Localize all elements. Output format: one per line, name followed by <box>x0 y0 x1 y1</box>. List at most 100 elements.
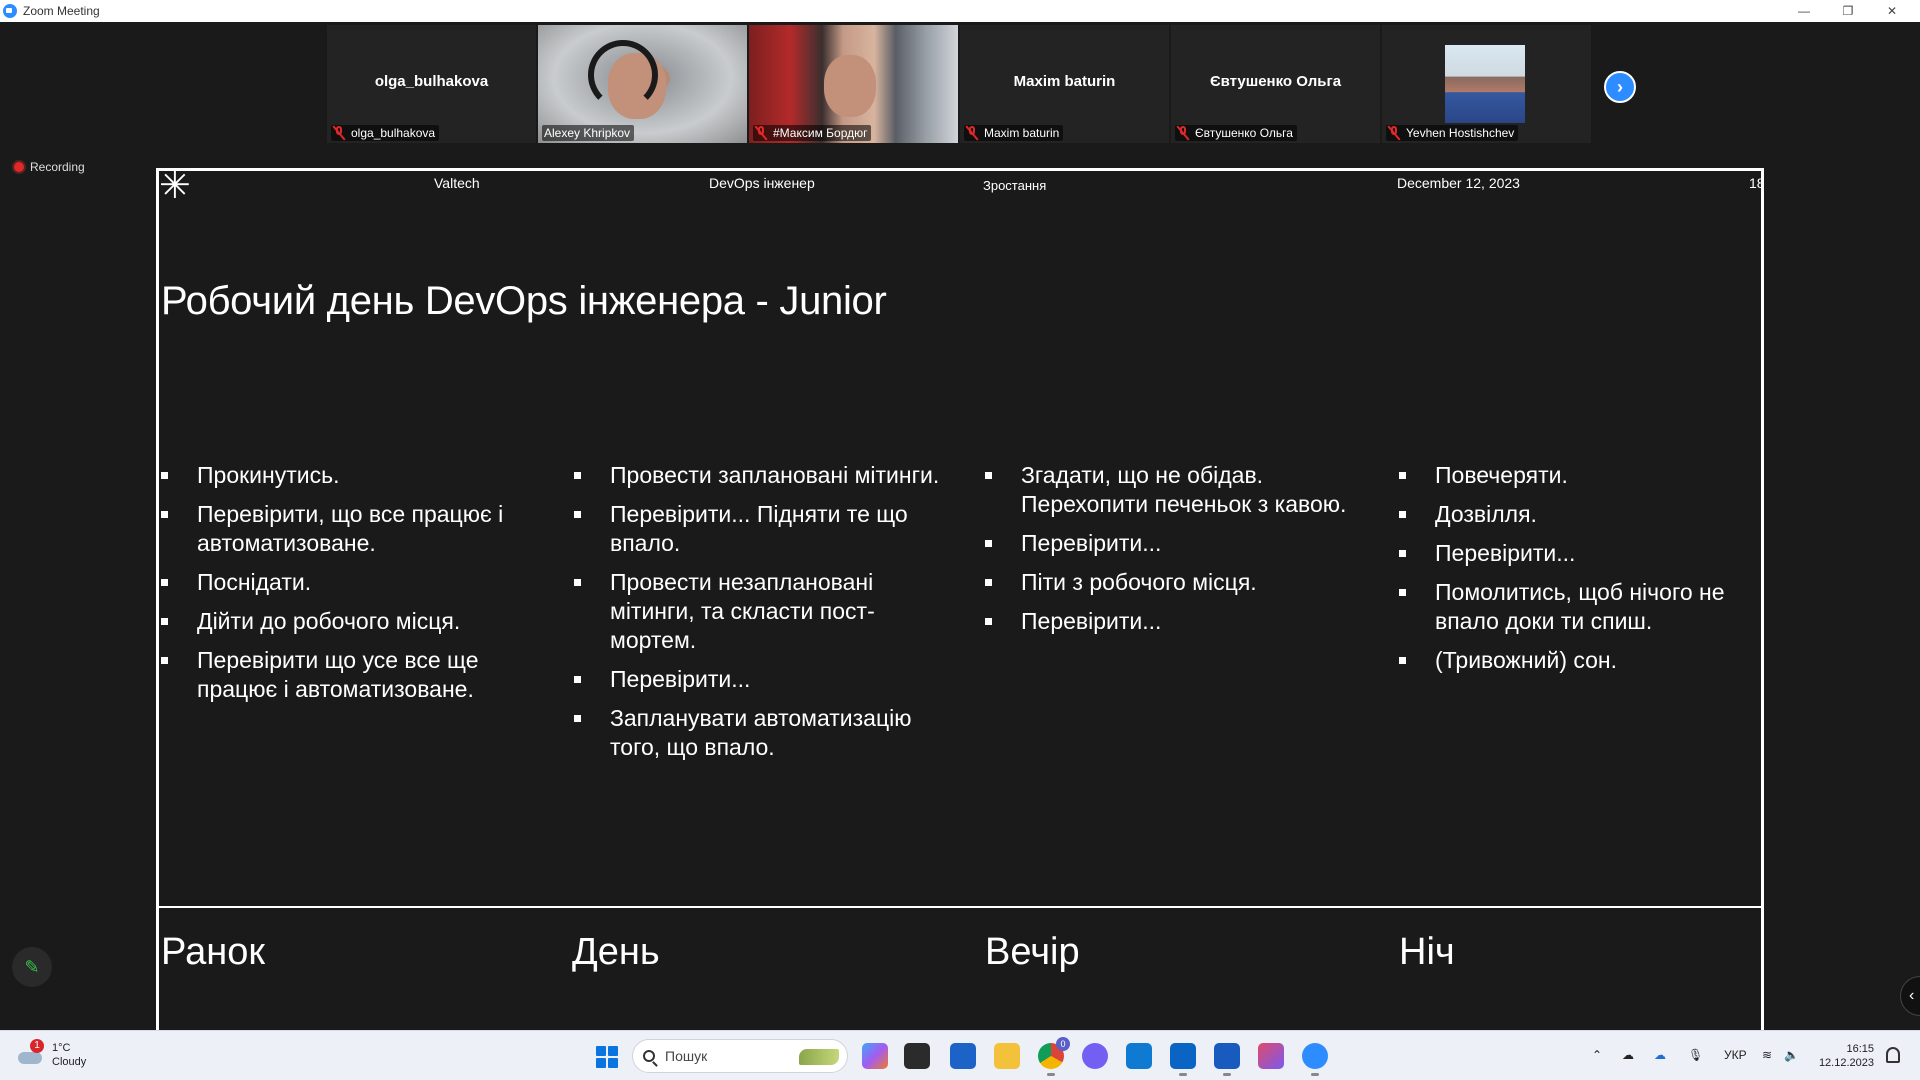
outlook-icon[interactable] <box>1170 1043 1196 1076</box>
weather-text: 1°C Cloudy <box>52 1041 86 1069</box>
period-label-night: Ніч <box>1399 931 1455 973</box>
mic-muted-icon <box>754 125 768 141</box>
side-panel-toggle-button[interactable]: ‹ <box>1900 976 1920 1016</box>
chevron-left-icon: ‹ <box>1909 987 1915 1004</box>
mic-muted-icon <box>332 125 346 141</box>
list-item: Поснідати. <box>159 568 529 597</box>
participant-tile[interactable]: Maxim baturin Maxim baturin <box>960 25 1169 143</box>
column-day: Провести заплановані мітинги. Перевірити… <box>572 461 942 772</box>
slide-topic: DevOps інженер <box>709 175 815 191</box>
participant-avatar <box>1445 45 1525 123</box>
participant-label: Alexey Khripkov <box>542 125 635 141</box>
remote-desktop-icon[interactable] <box>1126 1043 1152 1069</box>
microphone-icon[interactable]: 🎙 <box>1688 1048 1703 1062</box>
slide-section: Зростання <box>983 178 1047 193</box>
snipping-tool-icon[interactable] <box>1258 1043 1284 1069</box>
zoom-app-icon <box>3 4 17 18</box>
window-title: Zoom Meeting <box>23 4 100 18</box>
participant-name: #Максим Бордюг <box>773 126 868 140</box>
search-placeholder: Пошук <box>665 1048 708 1064</box>
clock-date: 12.12.2023 <box>1818 1057 1874 1069</box>
column-evening: Згадати, що не обідав. Перехопити печень… <box>983 461 1353 646</box>
notification-bell-icon[interactable] <box>1886 1047 1900 1063</box>
volume-icon[interactable]: 🔈 <box>1784 1048 1799 1062</box>
list-item: Перевірити... Підняти те що впало. <box>572 500 942 558</box>
list-item: Прокинутись. <box>159 461 529 490</box>
tray-overflow-chevron-icon[interactable]: ⌃ <box>1592 1048 1602 1062</box>
weather-condition: Cloudy <box>52 1056 87 1068</box>
list-item: Згадати, що не обідав. Перехопити печень… <box>983 461 1353 519</box>
participant-tile[interactable]: #Максим Бордюг <box>749 25 958 143</box>
restore-button[interactable]: ❐ <box>1826 0 1870 22</box>
list-item: Запланувати автоматизацію того, що впало… <box>572 704 942 762</box>
list-item: Провести заплановані мітинги. <box>572 461 942 490</box>
chrome-icon[interactable]: 0 <box>1038 1037 1070 1076</box>
recording-indicator[interactable]: Recording <box>14 160 85 174</box>
participant-tile-active-speaker[interactable]: Alexey Khripkov <box>538 25 747 143</box>
mic-muted-icon <box>1176 125 1190 141</box>
file-explorer-icon[interactable] <box>994 1043 1020 1069</box>
participant-name: Alexey Khripkov <box>544 126 631 140</box>
taskbar-search-box[interactable]: Пошук <box>632 1039 848 1073</box>
task-view-icon[interactable] <box>904 1043 930 1069</box>
wifi-icon[interactable]: ≋ <box>1762 1048 1772 1062</box>
copilot-icon[interactable] <box>862 1043 888 1069</box>
clock-time: 16:15 <box>1846 1043 1874 1055</box>
recording-label: Recording <box>30 160 85 174</box>
list-item: Перевірити... <box>572 665 942 694</box>
slide-divider <box>159 906 1761 908</box>
period-label-morning: Ранок <box>161 931 265 973</box>
slide-page-number: 18 <box>1749 175 1765 191</box>
start-windows-icon[interactable] <box>596 1046 618 1068</box>
participant-center-name: Maxim baturin <box>1013 73 1116 90</box>
list-item: Провести незаплановані мітинги, та склас… <box>572 568 942 655</box>
gallery-next-page-button[interactable]: › <box>1604 71 1636 103</box>
shared-screen-slide: ✳ Valtech DevOps інженер Зростання Decem… <box>156 167 1767 1052</box>
column-morning: Прокинутись. Перевірити, що все працює і… <box>159 461 529 714</box>
list-item: Повечеряти. <box>1397 461 1767 490</box>
taskbar-clock[interactable]: 16:15 12.12.2023 <box>1818 1042 1874 1070</box>
list-item: Дозвілля. <box>1397 500 1767 529</box>
headset-shape <box>588 40 658 110</box>
participant-center-name: Євтушенко Ольга <box>1209 73 1342 90</box>
participant-label: olga_bulhakova <box>331 125 440 141</box>
word-icon[interactable] <box>1214 1043 1240 1076</box>
viber-icon[interactable] <box>1082 1043 1108 1069</box>
list-item: Дійти до робочого місця. <box>159 607 529 636</box>
onedrive-sync-icon[interactable]: ☁ <box>1654 1048 1666 1062</box>
column-night: Повечеряти. Дозвілля. Перевірити... Помо… <box>1397 461 1767 685</box>
participant-tile[interactable]: Євтушенко Ольга Євтушенко Ольга <box>1171 25 1380 143</box>
chrome-badge: 0 <box>1056 1037 1070 1051</box>
mic-muted-icon <box>1387 125 1401 141</box>
participant-label: Yevhen Hostishchev <box>1386 125 1519 141</box>
mic-muted-icon <box>965 125 979 141</box>
list-item: Перевірити що усе все ще працює і автома… <box>159 646 529 704</box>
list-item: Перевірити... <box>1397 539 1767 568</box>
list-item: Піти з робочого місця. <box>983 568 1353 597</box>
participant-tile[interactable]: olga_bulhakova olga_bulhakova <box>327 25 536 143</box>
participant-center-name: olga_bulhakova <box>374 73 489 90</box>
participant-name: Yevhen Hostishchev <box>1406 126 1515 140</box>
participant-name: olga_bulhakova <box>351 126 436 140</box>
weather-temp: 1°C <box>52 1042 71 1054</box>
language-indicator[interactable]: УКР <box>1724 1048 1747 1062</box>
participant-name: Maxim baturin <box>984 126 1060 140</box>
participant-tile[interactable]: Yevhen Hostishchev <box>1382 25 1591 143</box>
participant-label: #Максим Бордюг <box>753 125 872 141</box>
search-icon <box>643 1050 655 1062</box>
period-label-day: День <box>572 931 660 973</box>
weather-widget[interactable]: 1 1°C Cloudy <box>16 1039 86 1069</box>
close-button[interactable]: ✕ <box>1870 0 1914 22</box>
minimize-button[interactable]: — <box>1782 0 1826 22</box>
meeting-area: olga_bulhakova olga_bulhakova Alexey Khr… <box>0 22 1920 1052</box>
participant-label: Євтушенко Ольга <box>1175 125 1297 141</box>
list-item: Перевірити... <box>983 529 1353 558</box>
period-label-evening: Вечір <box>985 931 1080 973</box>
microsoft-store-icon[interactable] <box>950 1043 976 1069</box>
onedrive-cloud-icon[interactable]: ☁ <box>1622 1048 1634 1062</box>
participant-name: Євтушенко Ольга <box>1195 126 1293 140</box>
window-titlebar: Zoom Meeting — ❐ ✕ <box>0 0 1920 22</box>
annotate-pencil-button[interactable]: ✎ <box>12 947 52 987</box>
zoom-taskbar-icon[interactable] <box>1302 1043 1328 1076</box>
search-highlight-image <box>799 1049 839 1065</box>
